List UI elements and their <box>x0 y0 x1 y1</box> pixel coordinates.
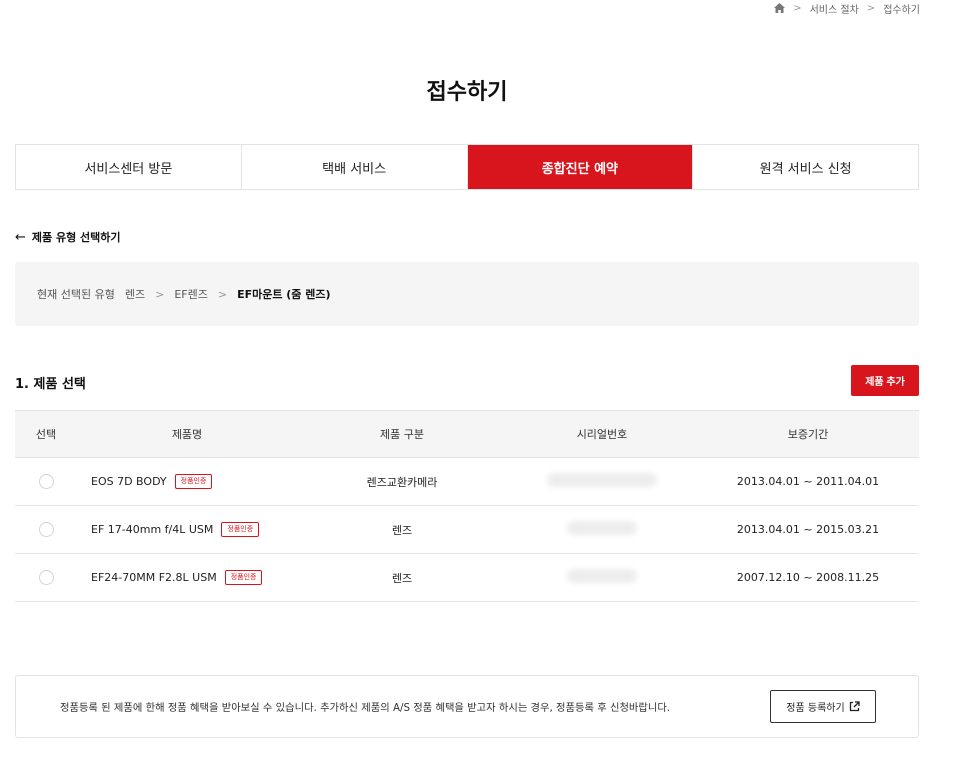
breadcrumb: > 서비스 절차 > 접수하기 <box>774 0 920 16</box>
register-button-label: 정품 등록하기 <box>786 703 845 714</box>
select-radio[interactable] <box>38 474 54 489</box>
header-product-type: 제품 구분 <box>380 428 424 441</box>
back-link-label: 제품 유형 선택하기 <box>31 231 121 244</box>
back-to-product-type-link[interactable]: ← 제품 유형 선택하기 <box>15 229 121 245</box>
table-header: 선택 제품명 제품 구분 시리얼번호 보증기간 <box>15 411 919 458</box>
service-tabs: 서비스센터 방문 택배 서비스 종합진단 예약 원격 서비스 신청 <box>15 144 919 190</box>
breadcrumb-separator: > <box>866 2 876 14</box>
serial-number-redacted <box>507 569 697 586</box>
back-arrow-icon: ← <box>15 229 26 245</box>
home-icon[interactable] <box>774 3 786 13</box>
product-type: 렌즈 <box>391 523 413 537</box>
path-item-ef-lens: EF렌즈 <box>174 288 208 301</box>
notice-text: 정품등록 된 제품에 한해 정품 혜택을 받아보실 수 있습니다. 추가하신 제… <box>60 702 671 714</box>
tab-delivery-service[interactable]: 택배 서비스 <box>242 145 468 189</box>
path-separator: > <box>155 287 165 301</box>
warranty-period: 2007.12.10 ~ 2008.11.25 <box>736 571 880 584</box>
product-name: EF 17-40mm f/4L USM <box>91 523 214 536</box>
warranty-period: 2013.04.01 ~ 2011.04.01 <box>736 475 880 488</box>
table-row[interactable]: EF24-70MM F2.8L USM 정품인증 렌즈 2007.12.10 ~… <box>15 554 919 602</box>
tab-remote-service[interactable]: 원격 서비스 신청 <box>693 145 918 189</box>
breadcrumb-item-reception[interactable]: 접수하기 <box>883 1 920 16</box>
warranty-period: 2013.04.01 ~ 2015.03.21 <box>736 523 880 536</box>
tab-comprehensive-diagnosis[interactable]: 종합진단 예약 <box>467 145 694 189</box>
select-radio[interactable] <box>38 522 54 537</box>
product-selection-title: 1. 제품 선택 <box>15 377 86 392</box>
header-serial-number: 시리얼번호 <box>576 428 628 441</box>
page-title: 접수하기 <box>426 80 508 105</box>
genuine-badge: 정품인증 <box>174 474 213 489</box>
genuine-registration-notice: 정품등록 된 제품에 한해 정품 혜택을 받아보실 수 있습니다. 추가하신 제… <box>15 675 919 738</box>
path-item-current: EF마운트 (줌 렌즈) <box>237 288 331 301</box>
header-select: 선택 <box>35 428 57 441</box>
product-name: EOS 7D BODY <box>91 475 167 488</box>
select-radio[interactable] <box>38 570 54 585</box>
table-row[interactable]: EF 17-40mm f/4L USM 정품인증 렌즈 2013.04.01 ~… <box>15 506 919 554</box>
breadcrumb-item-service-process[interactable]: 서비스 절차 <box>810 1 859 16</box>
genuine-badge: 정품인증 <box>224 570 263 585</box>
genuine-badge: 정품인증 <box>221 522 260 537</box>
add-product-button[interactable]: 제품 추가 <box>851 365 919 396</box>
table-row[interactable]: EOS 7D BODY 정품인증 렌즈교환카메라 2013.04.01 ~ 20… <box>15 458 919 506</box>
product-type: 렌즈 <box>391 571 413 585</box>
product-table: 선택 제품명 제품 구분 시리얼번호 보증기간 EOS 7D BODY 정품인증… <box>15 410 919 602</box>
serial-number-redacted <box>507 521 697 538</box>
header-warranty: 보증기간 <box>787 428 829 441</box>
serial-number-redacted <box>507 473 697 490</box>
product-type: 렌즈교환카메라 <box>366 475 438 489</box>
tab-service-center-visit[interactable]: 서비스센터 방문 <box>16 145 242 189</box>
path-separator: > <box>217 287 228 301</box>
product-name: EF24-70MM F2.8L USM <box>91 571 217 584</box>
path-item-lens: 렌즈 <box>124 288 146 301</box>
header-product-name: 제품명 <box>171 428 203 441</box>
register-genuine-button[interactable]: 정품 등록하기 <box>770 690 876 723</box>
breadcrumb-separator: > <box>793 2 802 14</box>
external-link-icon <box>849 701 860 712</box>
selected-type-label: 현재 선택된 유형 <box>37 288 115 301</box>
selected-type-path: 현재 선택된 유형 렌즈 > EF렌즈 > EF마운트 (줌 렌즈) <box>15 262 919 326</box>
